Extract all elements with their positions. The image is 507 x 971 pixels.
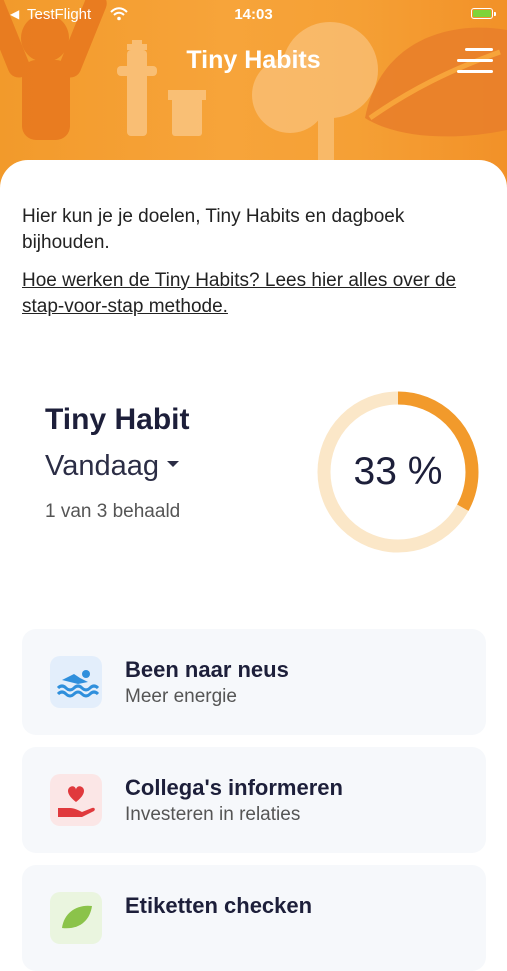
period-dropdown[interactable]: Vandaag (45, 450, 179, 483)
menu-icon-line (457, 70, 493, 73)
habit-name: Etiketten checken (125, 893, 313, 918)
menu-button[interactable] (457, 45, 493, 77)
howto-link[interactable]: Hoe werken de Tiny Habits? Lees hier all… (22, 268, 492, 320)
page-title: Tiny Habits (186, 46, 321, 74)
status-time: 14:03 (234, 6, 273, 23)
habit-item[interactable]: Collega's informeren Investeren in relat… (22, 747, 486, 853)
progress-percent: 33 % (353, 450, 443, 493)
period-dropdown-label: Vandaag (45, 450, 159, 482)
progress-text: 1 van 3 behaald (45, 501, 181, 522)
intro-text: Hier kun je je doelen, Tiny Habits en da… (22, 206, 405, 253)
habit-category: Investeren in relaties (125, 804, 301, 825)
habit-category: Meer energie (125, 686, 237, 707)
chevron-down-icon (166, 461, 179, 468)
habit-item[interactable]: Been naar neus Meer energie (22, 629, 486, 735)
menu-icon-line (465, 48, 493, 51)
status-bar: ◀ TestFlight 14:03 (0, 0, 507, 32)
heart-hand-icon (50, 774, 102, 826)
habit-item[interactable]: Etiketten checken (22, 865, 486, 971)
summary-title: Tiny Habit (45, 403, 190, 436)
content-card: Hier kun je je doelen, Tiny Habits en da… (0, 160, 507, 971)
habit-name: Been naar neus (125, 657, 289, 682)
habit-name: Collega's informeren (125, 775, 343, 800)
menu-icon-line (457, 59, 493, 62)
battery-icon (471, 8, 496, 19)
swimmer-icon (50, 656, 102, 708)
